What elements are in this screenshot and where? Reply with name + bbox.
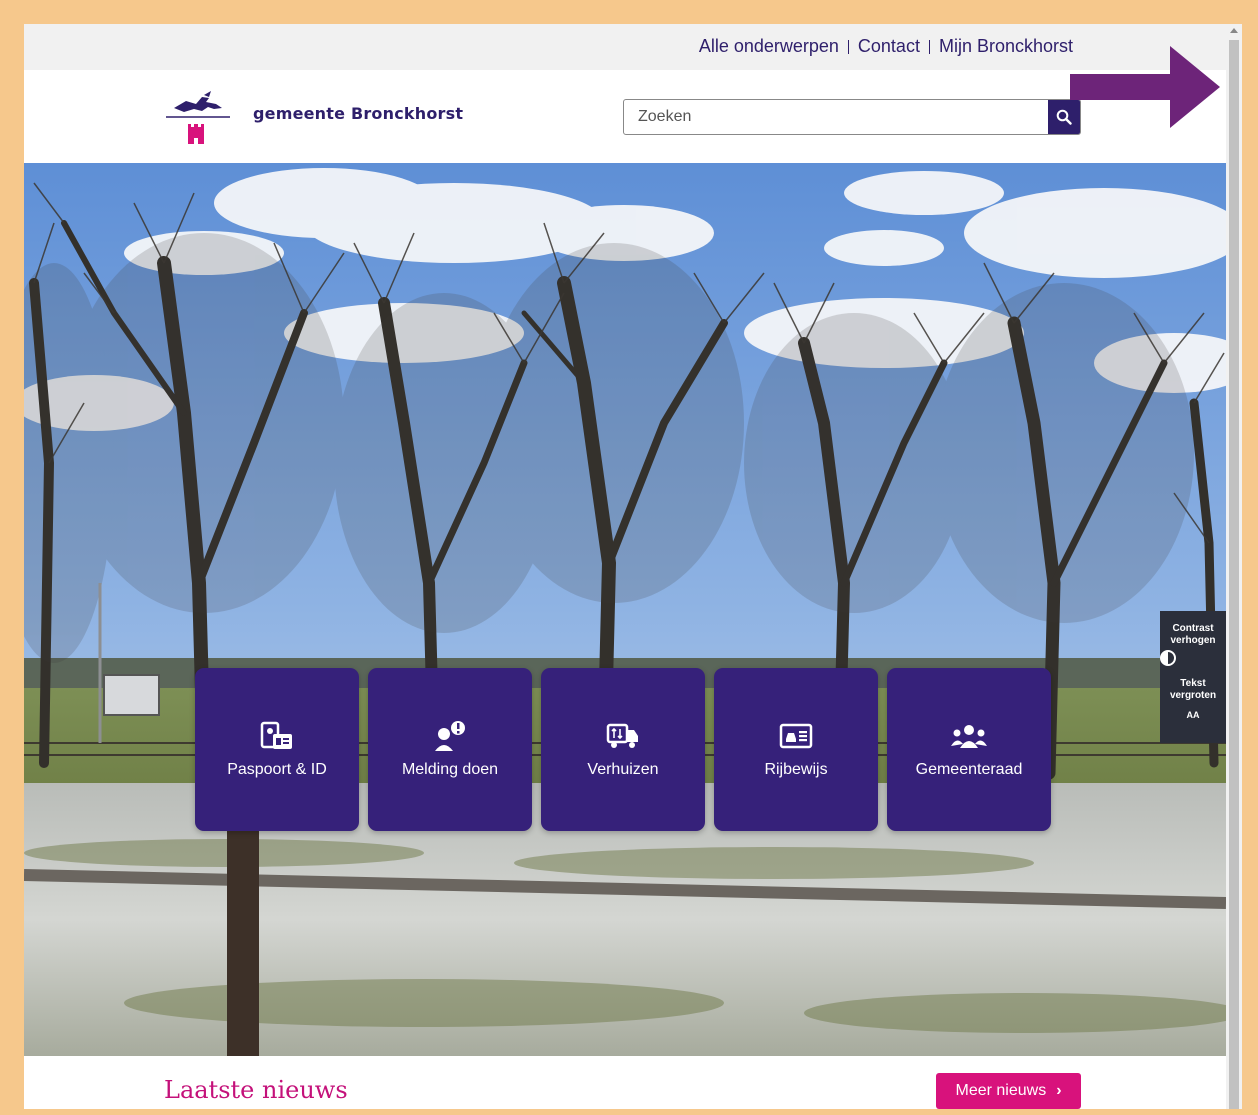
- tile-paspoort-id[interactable]: Paspoort & ID: [195, 668, 359, 831]
- tile-label: Melding doen: [401, 761, 499, 778]
- nav-separator: [928, 39, 930, 54]
- contrast-icon: [1160, 650, 1226, 666]
- contrast-toggle[interactable]: Contrast verhogen: [1160, 611, 1226, 666]
- scroll-up-icon[interactable]: [1230, 28, 1238, 33]
- text-size-label: Tekst vergroten: [1169, 678, 1217, 701]
- tile-verhuizen[interactable]: Verhuizen: [541, 668, 705, 831]
- scrollbar-thumb[interactable]: [1229, 40, 1239, 1109]
- more-news-button[interactable]: Meer nieuws ›: [936, 1073, 1081, 1109]
- annotation-arrow-icon: [1070, 46, 1220, 128]
- search-box: [623, 99, 1081, 135]
- passport-icon: [260, 720, 294, 752]
- text-size-toggle[interactable]: Tekst vergroten AA: [1160, 666, 1226, 721]
- site-header: gemeente Bronckhorst: [24, 70, 1226, 163]
- tile-rijbewijs[interactable]: Rijbewijs: [714, 668, 878, 831]
- contrast-label: Contrast verhogen: [1170, 623, 1216, 646]
- hare-castle-logo-icon: [166, 91, 230, 144]
- news-heading: Laatste nieuws: [164, 1076, 348, 1104]
- more-news-label: Meer nieuws: [955, 1082, 1047, 1099]
- brand-name[interactable]: gemeente Bronckhorst: [253, 104, 463, 123]
- chevron-right-icon: ›: [1056, 1082, 1062, 1099]
- winter-landscape-image: [24, 163, 1226, 1056]
- hero-image: Paspoort & ID Melding doen Verhuizen Rij…: [24, 163, 1226, 1056]
- municipality-logo[interactable]: [164, 88, 234, 148]
- browser-viewport: Alle onderwerpen Contact Mijn Bronckhors…: [24, 24, 1242, 1109]
- search-input[interactable]: [624, 100, 1048, 134]
- nav-alle-onderwerpen[interactable]: Alle onderwerpen: [699, 36, 839, 57]
- nav-mijn-bronckhorst[interactable]: Mijn Bronckhorst: [939, 36, 1073, 57]
- driving-license-icon: [779, 720, 813, 752]
- tile-label: Verhuizen: [587, 761, 659, 778]
- tile-melding-doen[interactable]: Melding doen: [368, 668, 532, 831]
- tile-label: Gemeenteraad: [915, 761, 1023, 778]
- tile-label: Paspoort & ID: [227, 761, 327, 778]
- council-icon: [951, 720, 987, 752]
- moving-truck-icon: [606, 720, 640, 752]
- quick-links: Paspoort & ID Melding doen Verhuizen Rij…: [195, 668, 1051, 831]
- tile-label: Rijbewijs: [764, 761, 828, 778]
- report-icon: [433, 720, 467, 752]
- nav-contact[interactable]: Contact: [858, 36, 920, 57]
- nav-separator: [847, 39, 849, 54]
- text-size-icon: AA: [1186, 710, 1200, 720]
- utility-bar: Alle onderwerpen Contact Mijn Bronckhors…: [24, 24, 1226, 70]
- tile-gemeenteraad[interactable]: Gemeenteraad: [887, 668, 1051, 831]
- top-navigation: Alle onderwerpen Contact Mijn Bronckhors…: [699, 36, 1073, 57]
- accessibility-panel: Contrast verhogen Tekst vergroten AA: [1160, 611, 1226, 743]
- vertical-scrollbar[interactable]: [1226, 24, 1242, 1109]
